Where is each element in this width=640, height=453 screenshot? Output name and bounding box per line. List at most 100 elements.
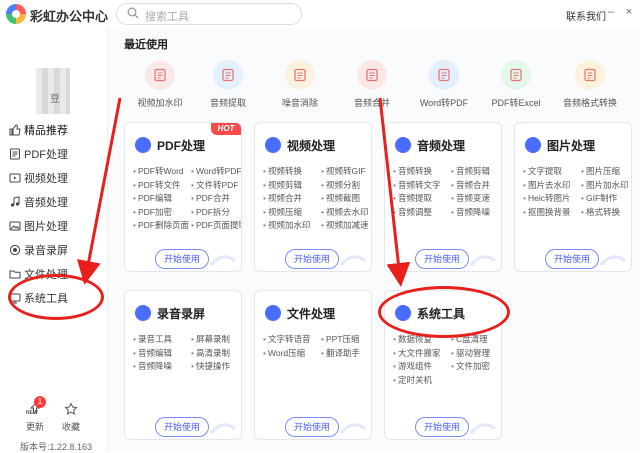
card-feature-item[interactable]: 文字提取 bbox=[523, 165, 581, 179]
sidebar-item-audio[interactable]: 音频处理 bbox=[0, 190, 108, 214]
card-title: 图片处理 bbox=[547, 139, 596, 153]
start-use-button[interactable]: 开始使用 bbox=[415, 249, 469, 269]
card-feature-item[interactable]: PDF页面提取 bbox=[191, 219, 241, 233]
card-feature-item[interactable]: 文件加密 bbox=[451, 360, 501, 374]
card-feature-item[interactable]: 视频加减速 bbox=[321, 219, 371, 233]
tool-card[interactable]: 文件处理文字转语音PPT压缩Word压缩翻译助手开始使用 bbox=[254, 290, 372, 440]
version-text: 版本号:1.22.8.163 bbox=[20, 442, 93, 452]
card-feature-item[interactable]: 视频去水印 bbox=[321, 206, 371, 220]
card-feature-item[interactable]: 屏幕录制 bbox=[191, 333, 241, 347]
card-feature-item[interactable]: 音频降噪 bbox=[451, 206, 501, 220]
card-feature-item[interactable]: PPT压缩 bbox=[321, 333, 371, 347]
card-feature-item[interactable]: 视频分割 bbox=[321, 179, 371, 193]
sidebar-item-pdf[interactable]: PDF处理 bbox=[0, 142, 108, 166]
card-feature-item[interactable]: 快捷操作 bbox=[191, 360, 241, 374]
card-feature-item[interactable]: Heic转图片 bbox=[523, 192, 581, 206]
card-feature-item[interactable]: 音频转文字 bbox=[393, 179, 451, 193]
card-feature-item[interactable]: 音频转换 bbox=[393, 165, 451, 179]
audio-convert-icon bbox=[575, 60, 605, 90]
card-feature-item[interactable]: 音频提取 bbox=[393, 192, 451, 206]
recent-tool-item[interactable]: 视频加水印 bbox=[124, 60, 196, 109]
card-feature-item[interactable]: 图片压缩 bbox=[581, 165, 631, 179]
card-feature-item[interactable]: Word转PDF bbox=[191, 165, 241, 179]
card-feature-item[interactable]: 视频剪辑 bbox=[263, 179, 321, 193]
start-use-button[interactable]: 开始使用 bbox=[545, 249, 599, 269]
sidebar-item-record[interactable]: 录音录屏 bbox=[0, 238, 108, 262]
card-feature-list: PDF转WordWord转PDFPDF转文件文件转PDFPDF编辑PDF合并PD… bbox=[133, 165, 241, 233]
update-button[interactable]: 更新 bbox=[20, 402, 50, 433]
card-feature-item[interactable]: 音频剪辑 bbox=[451, 165, 501, 179]
annotation-circle-card bbox=[378, 286, 510, 338]
sidebar-item-recommend[interactable]: 精品推荐 bbox=[0, 118, 108, 142]
card-feature-item[interactable]: 音频合并 bbox=[451, 179, 501, 193]
card-feature-item[interactable]: 格式转换 bbox=[581, 206, 631, 220]
recent-tool-item[interactable]: PDF转Excel bbox=[480, 60, 552, 109]
card-feature-item[interactable]: PDF拆分 bbox=[191, 206, 241, 220]
card-feature-item[interactable]: GIF制作 bbox=[581, 192, 631, 206]
recent-tool-item[interactable]: Word转PDF bbox=[408, 60, 480, 109]
start-use-button[interactable]: 开始使用 bbox=[415, 417, 469, 437]
card-feature-item[interactable]: 图片加水印 bbox=[581, 179, 631, 193]
recent-tool-item[interactable]: 音频合并 bbox=[336, 60, 408, 109]
card-feature-item[interactable]: 视频转GIF bbox=[321, 165, 371, 179]
tool-card[interactable]: 录音录屏录音工具屏幕录制音频编辑高清录制音频降噪快捷操作开始使用 bbox=[124, 290, 242, 440]
card-feature-item[interactable]: 音频调整 bbox=[393, 206, 451, 220]
card-feature-item[interactable]: Word压缩 bbox=[263, 347, 321, 361]
file-icon bbox=[265, 305, 281, 321]
card-feature-item[interactable]: 图片去水印 bbox=[523, 179, 581, 193]
card-feature-item[interactable]: 音频变速 bbox=[451, 192, 501, 206]
card-decoration-icon bbox=[209, 255, 236, 267]
recent-tool-item[interactable]: 音频格式转换 bbox=[554, 60, 626, 109]
card-feature-item[interactable]: 驱动管理 bbox=[451, 347, 501, 361]
start-use-button[interactable]: 开始使用 bbox=[285, 417, 339, 437]
recent-tool-label: PDF转Excel bbox=[491, 98, 541, 108]
search-placeholder: 搜索工具 bbox=[145, 11, 189, 23]
card-feature-item[interactable]: 翻译助手 bbox=[321, 347, 371, 361]
card-title: 录音录屏 bbox=[157, 307, 206, 321]
start-use-button[interactable]: 开始使用 bbox=[155, 417, 209, 437]
card-feature-item[interactable]: 视频合并 bbox=[263, 192, 321, 206]
search-input[interactable]: 搜索工具 bbox=[116, 3, 302, 25]
start-use-button[interactable]: 开始使用 bbox=[285, 249, 339, 269]
card-feature-item[interactable]: PDF删除页面 bbox=[133, 219, 191, 233]
recent-tool-item[interactable]: 噪音消除 bbox=[264, 60, 336, 109]
sidebar-item-image[interactable]: 图片处理 bbox=[0, 214, 108, 238]
card-feature-item[interactable]: 音频降噪 bbox=[133, 360, 191, 374]
sidebar-item-video[interactable]: 视频处理 bbox=[0, 166, 108, 190]
card-feature-item[interactable]: 视频加水印 bbox=[263, 219, 321, 233]
sidebar-item-label: PDF处理 bbox=[24, 149, 68, 161]
card-feature-item[interactable]: PDF合并 bbox=[191, 192, 241, 206]
card-decoration-icon bbox=[469, 255, 496, 267]
tool-card[interactable]: 音频处理音频转换音频剪辑音频转文字音频合并音频提取音频变速音频调整音频降噪开始使… bbox=[384, 122, 502, 272]
card-feature-item[interactable]: 视频压缩 bbox=[263, 206, 321, 220]
card-feature-item[interactable]: PDF编辑 bbox=[133, 192, 191, 206]
card-feature-item[interactable]: 视频截图 bbox=[321, 192, 371, 206]
tool-card[interactable]: 视频处理视频转换视频转GIF视频剪辑视频分割视频合并视频截图视频压缩视频去水印视… bbox=[254, 122, 372, 272]
card-feature-item[interactable]: 定时关机 bbox=[393, 374, 451, 388]
tool-card[interactable]: 图片处理文字提取图片压缩图片去水印图片加水印Heic转图片GIF制作抠图换背景格… bbox=[514, 122, 632, 272]
recent-tool-label: 音频格式转换 bbox=[562, 98, 617, 108]
card-feature-item[interactable]: 大文件搬家 bbox=[393, 347, 451, 361]
card-feature-item[interactable]: 游戏组件 bbox=[393, 360, 451, 374]
card-feature-item[interactable]: 文字转语音 bbox=[263, 333, 321, 347]
card-feature-item[interactable]: 视频转换 bbox=[263, 165, 321, 179]
contact-us-link[interactable]: 联系我们 bbox=[566, 8, 606, 23]
card-feature-item[interactable]: 录音工具 bbox=[133, 333, 191, 347]
card-feature-item[interactable]: 音频编辑 bbox=[133, 347, 191, 361]
recent-tool-label: 音频提取 bbox=[209, 98, 246, 108]
start-use-button[interactable]: 开始使用 bbox=[155, 249, 209, 269]
image-icon bbox=[9, 221, 21, 231]
recent-tool-item[interactable]: 音频提取 bbox=[192, 60, 264, 109]
card-feature-item[interactable]: 抠图换背景 bbox=[523, 206, 581, 220]
card-feature-item[interactable]: 文件转PDF bbox=[191, 179, 241, 193]
card-feature-item[interactable]: PDF加密 bbox=[133, 206, 191, 220]
close-icon[interactable]: × bbox=[624, 7, 634, 18]
card-feature-item[interactable]: PDF转文件 bbox=[133, 179, 191, 193]
update-count-badge: 1 bbox=[34, 396, 46, 408]
favorite-button[interactable]: 收藏 bbox=[56, 402, 86, 433]
card-feature-item[interactable]: PDF转Word bbox=[133, 165, 191, 179]
card-feature-item[interactable]: 高清录制 bbox=[191, 347, 241, 361]
minimize-icon[interactable]: – bbox=[606, 7, 616, 18]
tool-card[interactable]: HOT PDF处理 PDF转WordWord转PDFPDF转文件文件转PDFPDF编… bbox=[124, 122, 242, 272]
video-watermark-icon bbox=[145, 60, 175, 90]
